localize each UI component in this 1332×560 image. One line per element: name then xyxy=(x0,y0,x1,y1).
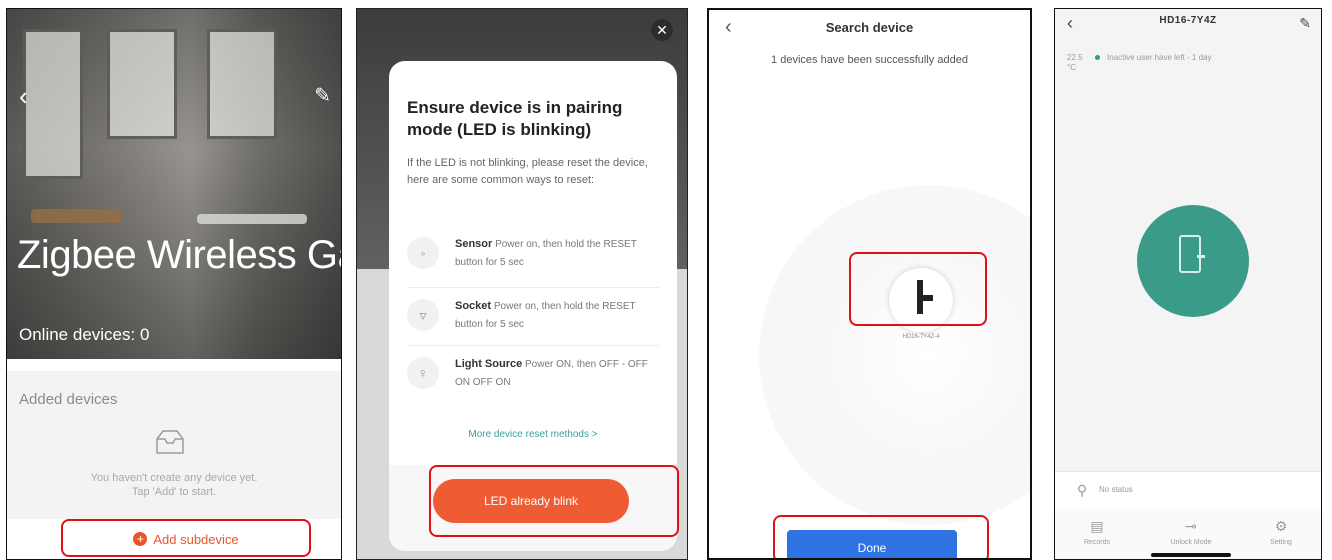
records-icon: ▤ xyxy=(1090,518,1104,534)
page-title: Zigbee Wireless Gate... xyxy=(17,233,341,277)
side-reading-unit: °C xyxy=(1067,63,1076,72)
close-icon[interactable]: ✕ xyxy=(651,19,673,41)
bulb-icon: ♀ xyxy=(407,357,439,389)
empty-message: You haven't create any device yet. Tap '… xyxy=(7,471,341,499)
side-reading: 22.5 °C xyxy=(1067,53,1083,73)
gateway-screen: ‹ ✎ Zigbee Wireless Gate... Online devic… xyxy=(6,8,342,560)
dialog-heading: Ensure device is in pairing mode (LED is… xyxy=(407,98,623,139)
highlight-box xyxy=(849,252,987,326)
reset-method-name: Light Source xyxy=(455,358,523,370)
door-knob-icon xyxy=(1197,255,1205,258)
tab-label: Setting xyxy=(1270,539,1292,546)
gear-icon: ⚙ xyxy=(1274,518,1288,534)
reset-method-name: Socket xyxy=(455,300,492,312)
page-title: Search device xyxy=(825,20,914,35)
edit-icon[interactable]: ✎ xyxy=(314,83,331,108)
tab-unlock-mode[interactable]: ⊸ Unlock Mode xyxy=(1163,517,1219,546)
status-dot xyxy=(1095,55,1100,60)
room-background-image xyxy=(7,9,341,359)
window-left xyxy=(23,29,83,179)
sensor-icon: ◦ xyxy=(407,237,439,269)
window-right xyxy=(207,29,277,139)
side-reading-value: 22.5 xyxy=(1067,53,1083,62)
highlight-box xyxy=(429,465,679,537)
table-shape xyxy=(31,209,121,223)
divider xyxy=(407,287,659,288)
reset-method-item: ▿ Socket Power on, then hold the RESET b… xyxy=(407,289,659,345)
divider xyxy=(407,345,659,346)
tab-setting[interactable]: ⚙ Setting xyxy=(1253,517,1309,546)
status-text: Inactive user have left - 1 day xyxy=(1107,53,1212,62)
reset-method-name: Sensor xyxy=(455,238,493,250)
highlight-box xyxy=(773,515,989,558)
home-indicator xyxy=(1151,553,1231,557)
no-status-text: No status xyxy=(1099,485,1133,494)
tab-label: Records xyxy=(1083,539,1111,546)
unlock-button[interactable] xyxy=(1137,205,1249,317)
edit-icon[interactable]: ✎ xyxy=(1299,15,1311,32)
search-status: 1 devices have been successfully added xyxy=(771,54,968,66)
status-bar xyxy=(1055,471,1321,512)
door-icon xyxy=(1179,235,1201,273)
more-reset-methods-link[interactable]: More device reset methods > xyxy=(389,429,677,440)
tab-label: Unlock Mode xyxy=(1170,539,1212,546)
empty-message-line2: Tap 'Add' to start. xyxy=(131,486,217,498)
added-devices-label: Added devices xyxy=(19,391,118,408)
device-detail-screen: ‹ HD16-7Y4Z ✎ 22.5 °C Inactive user have… xyxy=(1054,8,1322,560)
dialog-description: If the LED is not blinking, please reset… xyxy=(407,157,648,186)
empty-message-line1: You haven't create any device yet. xyxy=(90,472,258,484)
key-icon: ⊸ xyxy=(1185,518,1197,534)
reset-method-item: ◦ Sensor Power on, then hold the RESET b… xyxy=(407,227,659,283)
online-devices-count: Online devices: 0 xyxy=(19,325,150,344)
tab-records[interactable]: ▤ Records xyxy=(1069,517,1125,546)
search-radar xyxy=(759,185,1030,525)
search-device-screen: ‹ Search device 1 devices have been succ… xyxy=(707,8,1032,560)
window-middle xyxy=(107,29,177,139)
empty-inbox-icon xyxy=(156,430,184,454)
pairing-mode-screen: ✕ Ensure device is in pairing mode (LED … xyxy=(356,8,688,560)
highlight-box xyxy=(61,519,311,557)
sofa-shape xyxy=(197,214,307,224)
page-title: HD16-7Y4Z xyxy=(1159,15,1217,26)
device-id-caption: HD16-7Y4Z-4 xyxy=(902,334,940,340)
socket-icon: ▿ xyxy=(407,299,439,331)
reset-method-item: ♀ Light Source Power ON, then OFF - OFF … xyxy=(407,347,659,403)
bulb-icon: ⚲ xyxy=(1076,482,1088,498)
back-arrow-icon[interactable]: ‹ xyxy=(19,81,28,112)
